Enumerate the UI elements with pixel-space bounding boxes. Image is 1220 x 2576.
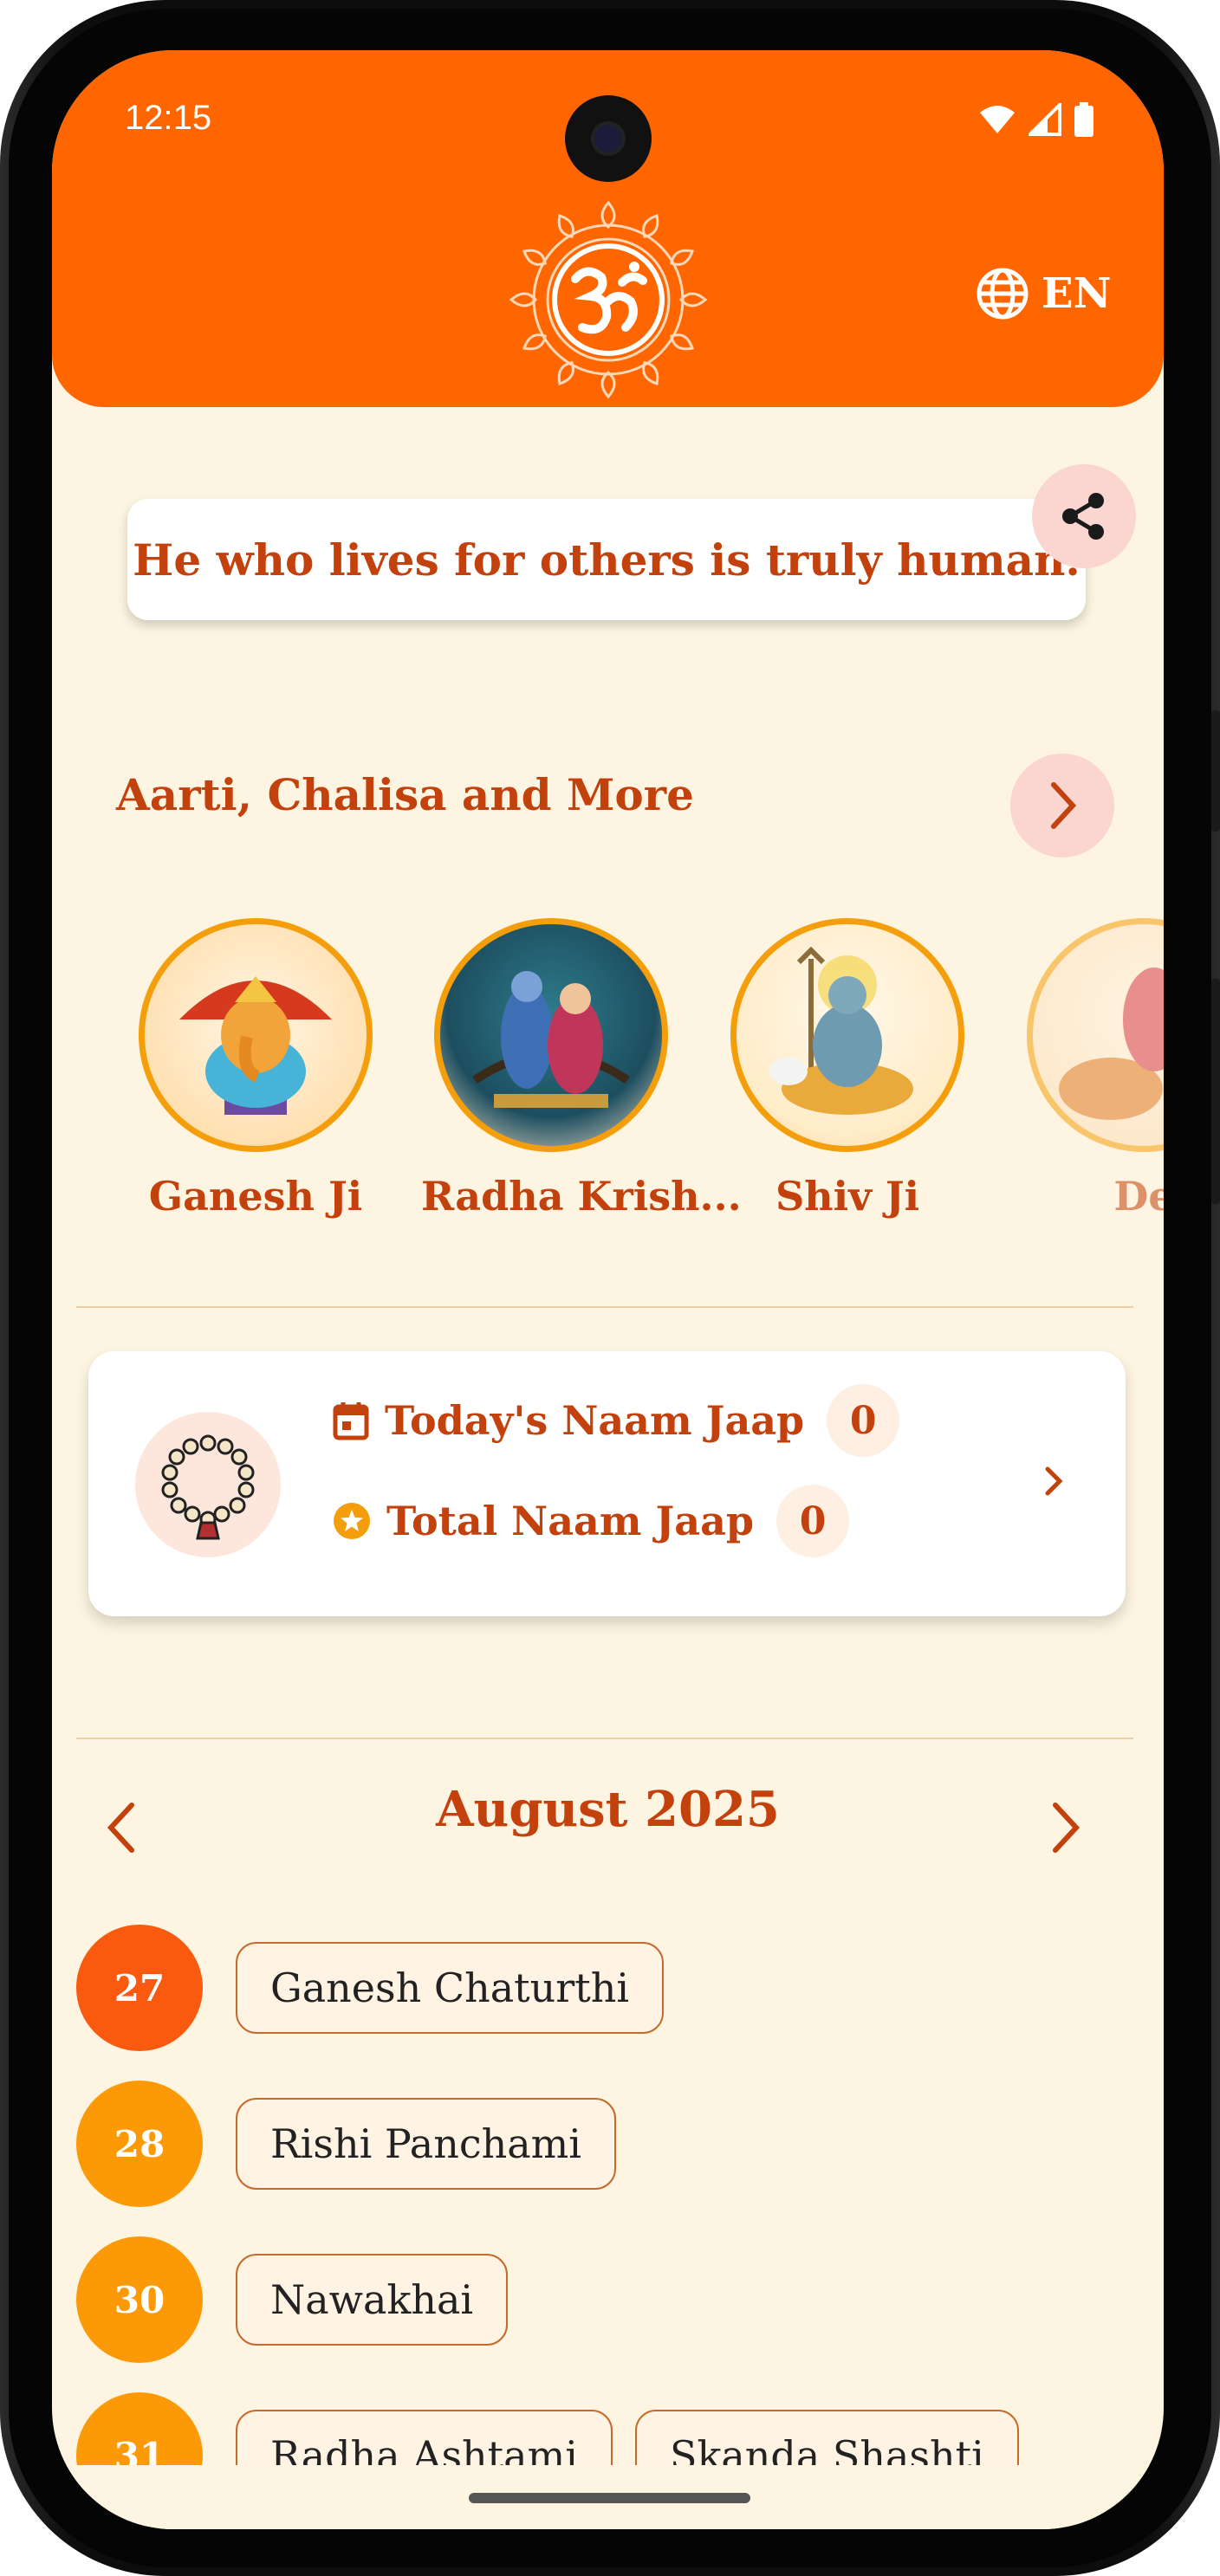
calendar-icon: [333, 1402, 369, 1440]
power-button: [1211, 979, 1220, 1204]
language-selector[interactable]: EN: [976, 267, 1111, 320]
signal-icon: [1029, 103, 1061, 136]
deity-card-devi[interactable]: De: [1014, 918, 1164, 1220]
front-camera: [565, 95, 652, 182]
divider: [76, 1738, 1133, 1739]
deity-name: Shiv Ji: [775, 1173, 920, 1220]
calendar-month-label: August 2025: [436, 1781, 780, 1838]
shiv-image: [730, 918, 964, 1152]
globe-icon: [977, 268, 1029, 320]
wifi-icon: [980, 106, 1015, 133]
chevron-right-icon: [1051, 782, 1077, 829]
event-chip[interactable]: Nawakhai: [236, 2254, 509, 2346]
deity-card-ganesh[interactable]: Ganesh Ji: [126, 918, 386, 1220]
date-circle[interactable]: 28: [76, 2081, 203, 2207]
home-indicator[interactable]: [469, 2493, 750, 2503]
share-icon: [1062, 493, 1104, 540]
star-icon: [334, 1503, 370, 1539]
quote-text: He who lives for others is truly human.: [133, 534, 1080, 586]
calendar-event-row: 30 Nawakhai: [76, 2236, 509, 2363]
total-naam-jaap-row: Total Naam Jaap 0: [333, 1485, 850, 1557]
todays-naam-jaap-label: Today's Naam Jaap: [385, 1397, 805, 1444]
status-time: 12:15: [125, 99, 212, 137]
event-chip[interactable]: Rishi Panchami: [236, 2098, 616, 2190]
language-label: EN: [1042, 269, 1112, 318]
aarti-see-all-button[interactable]: [1010, 754, 1114, 858]
deity-card-radha-krishna[interactable]: Radha Krish...: [421, 918, 742, 1220]
volume-button: [1211, 710, 1220, 832]
chevron-right-icon: [1045, 1466, 1063, 1496]
calendar-event-row: 28 Rishi Panchami: [76, 2081, 616, 2207]
battery-icon: [1074, 102, 1093, 137]
deity-name: De: [1113, 1173, 1164, 1220]
todays-naam-jaap-count: 0: [827, 1384, 900, 1457]
phone-frame: 12:15 EN He who lives for others is trul…: [0, 0, 1220, 2576]
quote-card: He who lives for others is truly human.: [127, 499, 1086, 620]
aarti-section-title: Aarti, Chalisa and More: [116, 769, 694, 820]
date-circle[interactable]: 27: [76, 1925, 203, 2051]
total-naam-jaap-count: 0: [776, 1485, 850, 1557]
mala-beads-icon: [135, 1412, 281, 1557]
devi-image: [1027, 918, 1164, 1152]
app-screen: 12:15 EN He who lives for others is trul…: [52, 50, 1164, 2529]
todays-naam-jaap-row: Today's Naam Jaap 0: [333, 1384, 900, 1457]
naam-jaap-card[interactable]: Today's Naam Jaap 0 Total Naam Jaap 0: [88, 1351, 1126, 1616]
status-icons: [978, 102, 1094, 137]
ganesh-image: [139, 918, 373, 1152]
date-circle[interactable]: 30: [76, 2236, 203, 2363]
divider: [76, 1306, 1133, 1308]
radha-krishna-image: [434, 918, 668, 1152]
calendar-event-row: 27 Ganesh Chaturthi: [76, 1925, 665, 2051]
total-naam-jaap-label: Total Naam Jaap: [386, 1498, 755, 1544]
deity-name: Radha Krish...: [421, 1173, 742, 1220]
share-button[interactable]: [1032, 464, 1136, 568]
app-header: 12:15 EN: [52, 50, 1164, 407]
om-logo-icon: [509, 200, 708, 399]
deity-card-shiv[interactable]: Shiv Ji: [717, 918, 977, 1220]
deity-name: Ganesh Ji: [148, 1173, 363, 1220]
next-month-button[interactable]: [1048, 1800, 1083, 1855]
event-chip[interactable]: Ganesh Chaturthi: [236, 1942, 665, 2034]
